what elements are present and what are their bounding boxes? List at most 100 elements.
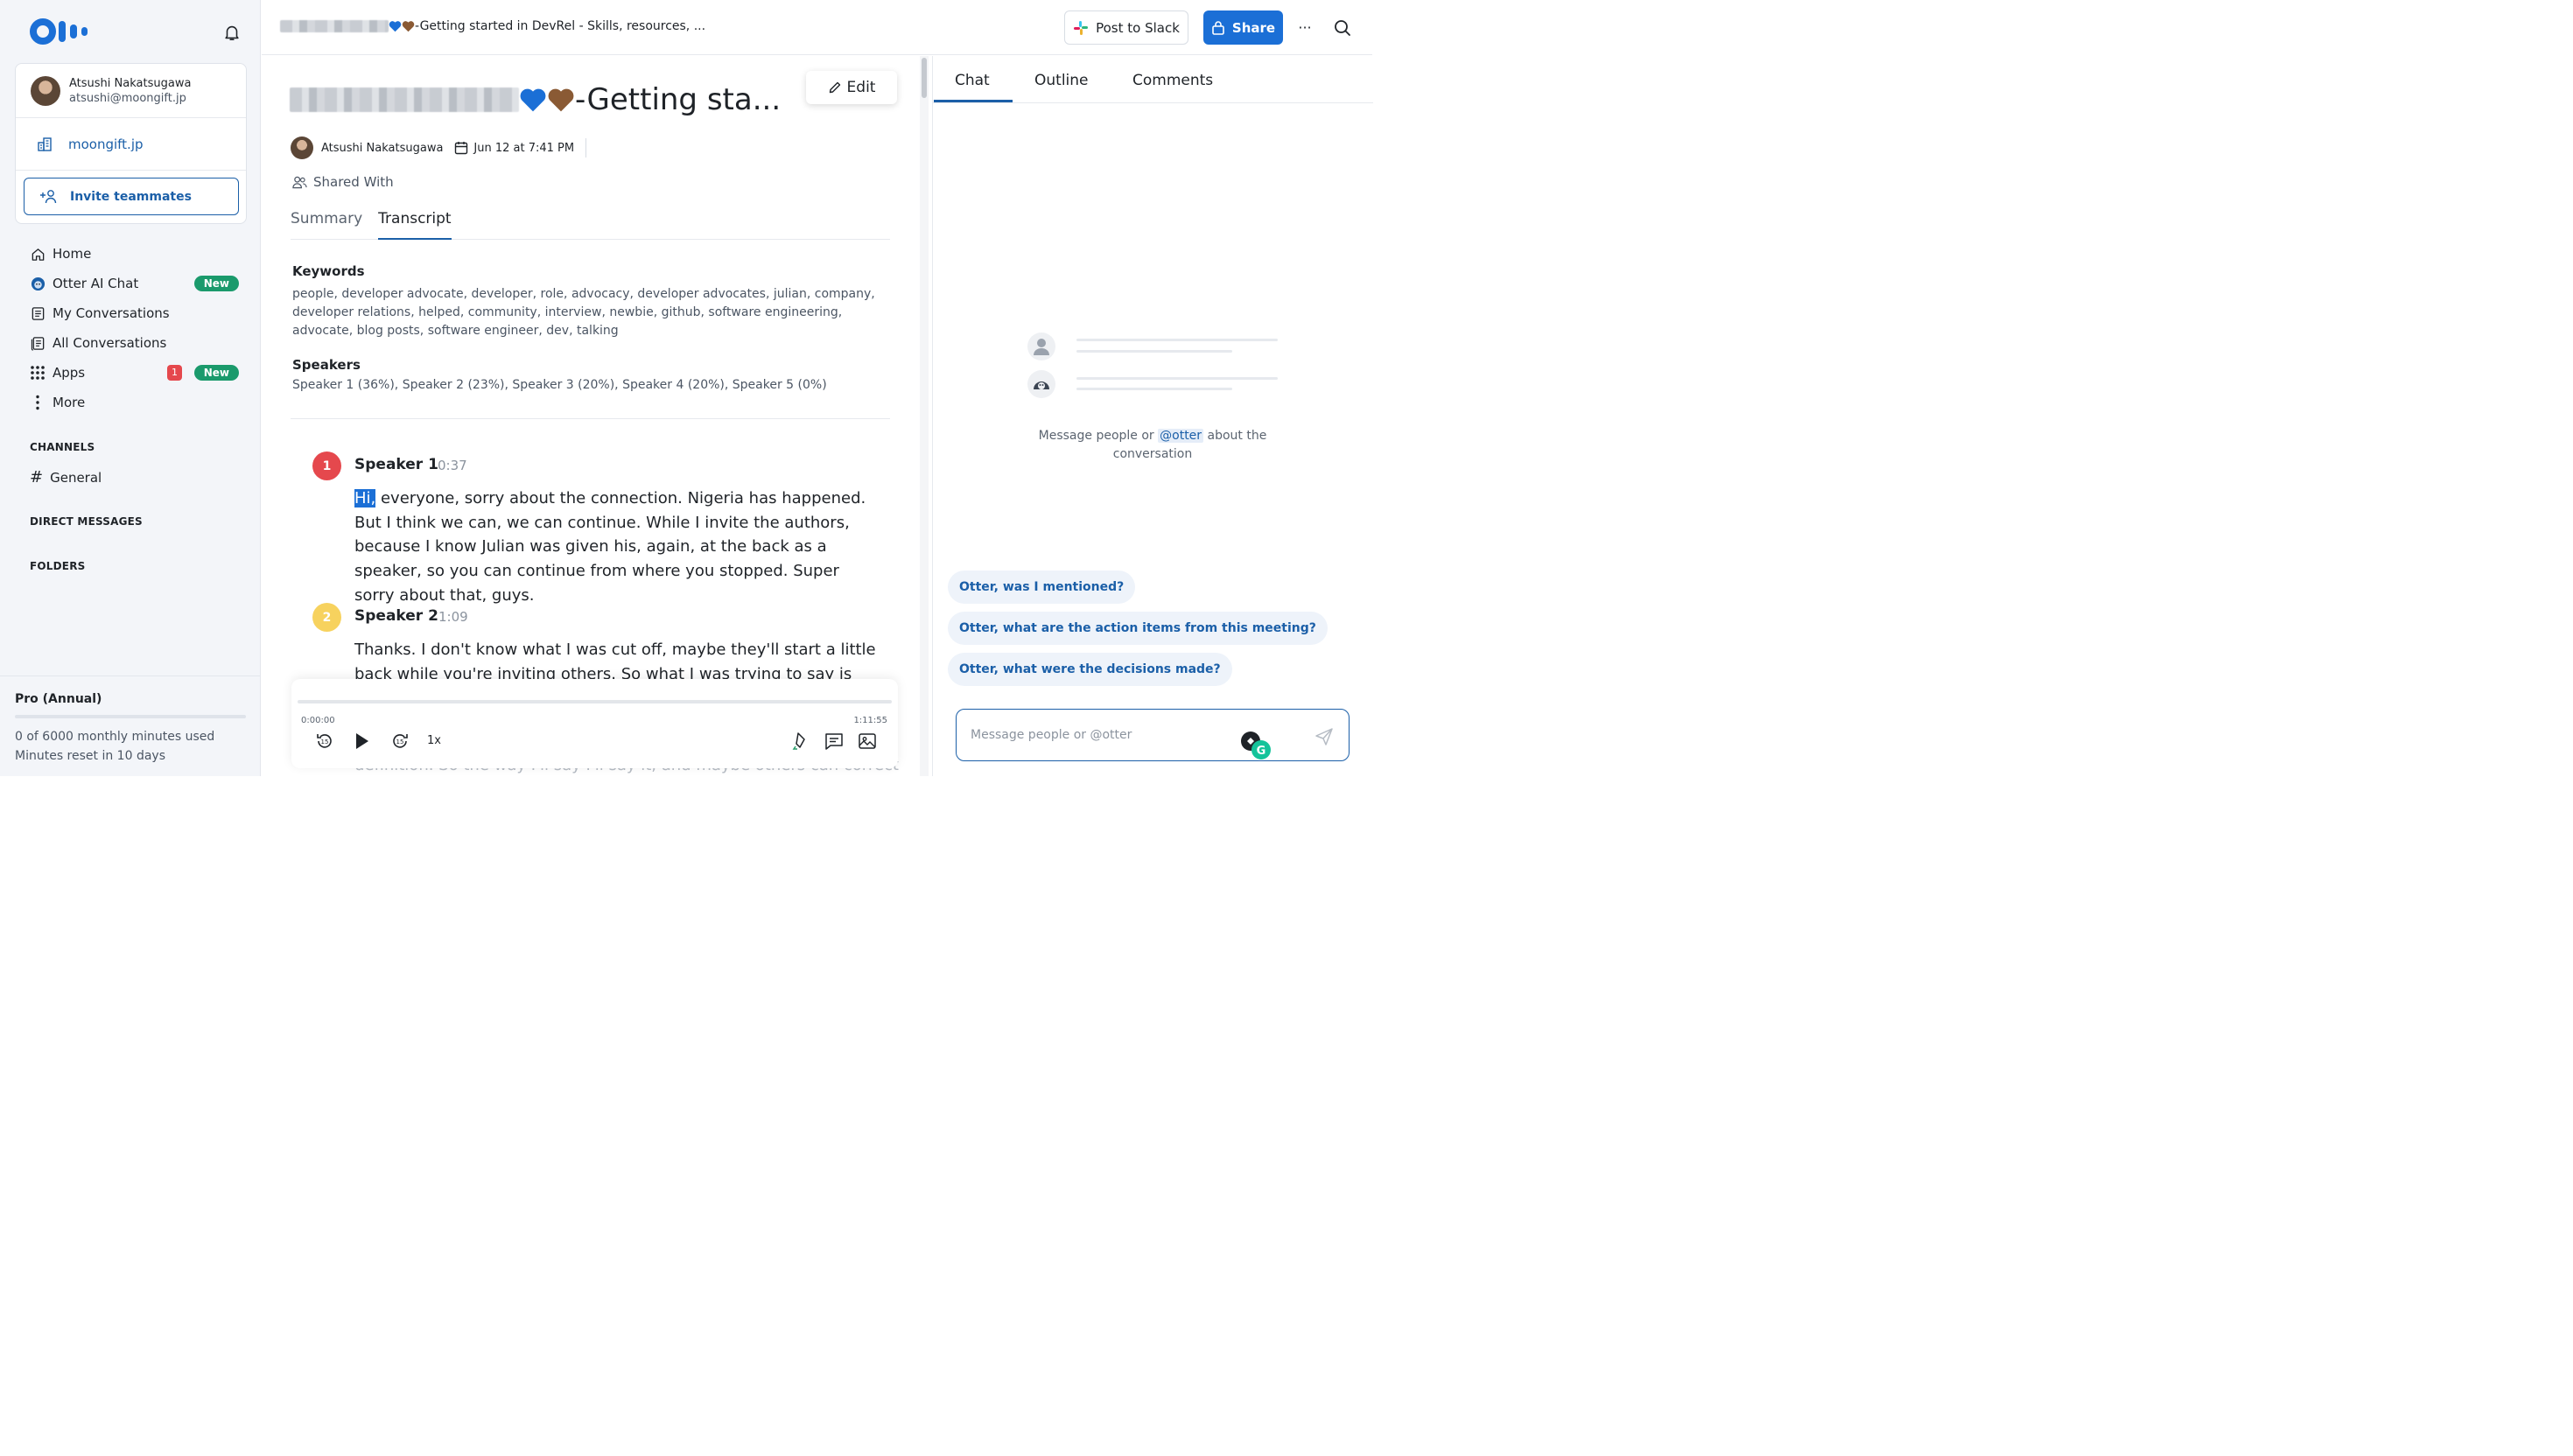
channel-general[interactable]: # General — [30, 468, 102, 486]
nav-item-label: Home — [53, 246, 92, 262]
plan-usage-box: Pro (Annual) 0 of 6000 monthly minutes u… — [0, 676, 261, 776]
chat-message-input[interactable] — [971, 725, 1224, 745]
tab-chat[interactable]: Chat — [955, 72, 990, 89]
nav-item-more[interactable]: More — [0, 388, 261, 417]
comment-icon[interactable] — [824, 731, 845, 752]
user-name: Atsushi Nakatsugawa — [69, 76, 192, 90]
scrollbar-thumb[interactable] — [922, 58, 927, 98]
shared-with-label: Shared With — [313, 174, 394, 190]
suggestion-chip[interactable]: Otter, what are the action items from th… — [948, 612, 1328, 645]
tab-outline[interactable]: Outline — [1034, 72, 1089, 89]
channel-label: General — [50, 469, 102, 486]
speaker-badge[interactable]: 1 — [312, 452, 341, 480]
notification-bell-icon[interactable] — [222, 23, 242, 42]
rewind-15-icon[interactable]: 15 — [314, 731, 335, 752]
forward-15-icon[interactable]: 15 — [389, 731, 410, 752]
nav-item-label: My Conversations — [53, 305, 170, 321]
highlight-marker-icon[interactable] — [790, 731, 811, 752]
speakers-list: Speaker 1 (36%), Speaker 2 (23%), Speake… — [292, 378, 827, 392]
invite-teammates-label: Invite teammates — [70, 189, 192, 204]
search-icon[interactable] — [1333, 18, 1352, 38]
placeholder-line — [1076, 350, 1232, 353]
keywords-heading: Keywords — [292, 263, 365, 279]
redacted-title-block — [290, 88, 519, 112]
channels-heading[interactable]: CHANNELS — [30, 441, 95, 453]
conversation-meta: Atsushi Nakatsugawa Jun 12 at 7:41 PM — [291, 136, 587, 159]
lock-icon — [1212, 21, 1224, 35]
apps-count-badge: 1 — [167, 365, 182, 381]
post-to-slack-button[interactable]: Post to Slack — [1064, 10, 1188, 45]
speaker-name[interactable]: Speaker 2 — [354, 607, 438, 625]
divider — [585, 138, 587, 158]
nav-item-label: Otter AI Chat — [53, 276, 139, 291]
send-icon[interactable] — [1314, 726, 1335, 747]
playback-progress-bar[interactable] — [298, 700, 892, 704]
nav-item-apps[interactable]: Apps 1 New — [0, 358, 261, 388]
invite-teammates-button[interactable]: Invite teammates — [24, 178, 239, 215]
grammarly-icon[interactable]: G — [1235, 729, 1273, 760]
hash-icon: # — [30, 468, 44, 486]
nav-item-home[interactable]: Home — [0, 239, 261, 269]
page-title: -Getting sta... — [290, 82, 781, 117]
active-tab-indicator — [934, 100, 1013, 102]
playback-speed[interactable]: 1x — [427, 734, 441, 747]
calendar-icon — [455, 142, 468, 155]
direct-messages-heading[interactable]: DIRECT MESSAGES — [30, 515, 143, 528]
speaker-name[interactable]: Speaker 1 — [354, 456, 438, 473]
suggestion-chip[interactable]: Otter, was I mentioned? — [948, 570, 1136, 604]
person-placeholder-icon — [1027, 332, 1055, 360]
add-user-icon — [40, 189, 57, 203]
transcript-main: -Getting sta... Edit Atsushi Nakatsugawa… — [262, 56, 930, 776]
edit-label: Edit — [846, 79, 876, 96]
speakers-heading: Speakers — [292, 357, 361, 373]
placeholder-line — [1076, 388, 1232, 390]
content-tabs: Summary Transcript — [291, 208, 890, 240]
conversation-date: Jun 12 at 7:41 PM — [473, 141, 575, 155]
speaker-badge[interactable]: 2 — [312, 603, 341, 632]
document-topbar: -Getting started in DevRel - Skills, res… — [262, 0, 1372, 55]
keywords-list: people, developer advocate, developer, r… — [292, 287, 875, 338]
svg-text:15: 15 — [321, 738, 329, 746]
slack-icon — [1074, 20, 1089, 35]
otter-placeholder-icon — [1027, 370, 1055, 398]
segment-timestamp[interactable]: 1:09 — [438, 609, 468, 625]
divider — [291, 418, 890, 419]
folders-heading[interactable]: FOLDERS — [30, 560, 86, 572]
people-icon — [292, 176, 307, 189]
empty-state-text: Message people or — [1038, 429, 1159, 443]
post-to-slack-label: Post to Slack — [1096, 19, 1180, 36]
user-account-row[interactable]: Atsushi Nakatsugawa atsushi@moongift.jp — [16, 64, 246, 118]
highlighted-word: Hi, — [354, 489, 376, 508]
segment-text[interactable]: Hi, everyone, sorry about the connection… — [354, 486, 880, 608]
image-icon[interactable] — [857, 731, 878, 752]
segment-timestamp[interactable]: 0:37 — [438, 458, 467, 473]
share-button[interactable]: Share — [1203, 10, 1283, 45]
all-conversations-icon — [30, 335, 46, 351]
redacted-title-block — [280, 20, 389, 32]
minutes-usage-bar — [15, 715, 246, 718]
workspace-row[interactable]: moongift.jp — [16, 118, 246, 171]
nav-item-all-conversations[interactable]: All Conversations — [0, 328, 261, 358]
play-icon[interactable] — [351, 731, 372, 752]
avatar — [291, 136, 313, 159]
tab-summary[interactable]: Summary — [291, 208, 362, 240]
tab-transcript[interactable]: Transcript — [378, 208, 452, 240]
main-scrollbar[interactable] — [920, 56, 929, 776]
minutes-reset-text: Minutes reset in 10 days — [15, 749, 165, 763]
new-badge: New — [193, 276, 239, 291]
workspace-name: moongift.jp — [68, 136, 144, 152]
total-duration: 1:11:55 — [853, 716, 887, 725]
sidebar-nav: Home Otter AI Chat New My Conversations — [0, 239, 261, 417]
chat-empty-state: Message people or @otter about the conve… — [1029, 427, 1276, 464]
shared-with-button[interactable]: Shared With — [292, 174, 394, 190]
more-vertical-icon — [30, 395, 46, 410]
otter-logo[interactable] — [30, 18, 95, 46]
nav-item-otter-ai-chat[interactable]: Otter AI Chat New — [0, 269, 261, 298]
edit-button[interactable]: Edit — [806, 71, 897, 104]
apps-grid-icon — [30, 365, 46, 381]
suggestion-chip[interactable]: Otter, what were the decisions made? — [948, 653, 1232, 686]
nav-item-my-conversations[interactable]: My Conversations — [0, 298, 261, 328]
tab-comments[interactable]: Comments — [1132, 72, 1213, 89]
chat-composer: G — [956, 709, 1350, 761]
more-options-icon[interactable]: ··· — [1295, 18, 1315, 37]
